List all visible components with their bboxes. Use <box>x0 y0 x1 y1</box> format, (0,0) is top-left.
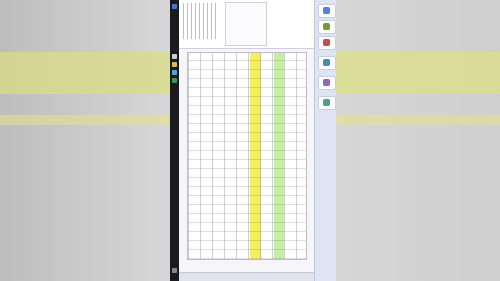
blurred-background-right <box>336 0 500 281</box>
tray-icon[interactable] <box>172 268 177 273</box>
status-bar <box>179 272 314 281</box>
overlay-caption <box>318 125 332 233</box>
blurred-green-band-left <box>0 52 170 94</box>
blurred-yellow-band-left <box>0 115 170 125</box>
ribbon-btn-6[interactable] <box>318 96 336 110</box>
search-icon[interactable] <box>172 54 177 59</box>
ribbon-btn-5[interactable] <box>318 76 336 90</box>
spreadsheet-page[interactable] <box>187 52 307 260</box>
blurred-background-left <box>0 0 170 281</box>
document-area <box>179 0 314 281</box>
rotated-screen-capture <box>170 0 336 281</box>
text-list <box>183 3 219 39</box>
properties-pane <box>179 0 314 49</box>
blurred-green-band-right <box>336 52 500 94</box>
start-icon[interactable] <box>172 4 177 9</box>
ribbon-btn-2[interactable] <box>318 20 336 34</box>
tool-icon <box>323 79 330 86</box>
tool-icon <box>323 7 330 14</box>
app-icon[interactable] <box>172 78 177 83</box>
browser-icon[interactable] <box>172 70 177 75</box>
tool-icon <box>323 59 330 66</box>
ribbon-btn-1[interactable] <box>318 4 336 18</box>
tool-icon <box>323 99 330 106</box>
preview-box <box>225 2 267 46</box>
ribbon-btn-4[interactable] <box>318 56 336 70</box>
tool-icon <box>323 39 330 46</box>
ribbon-btn-3[interactable] <box>318 36 336 50</box>
taskbar <box>170 0 179 281</box>
folder-icon[interactable] <box>172 62 177 67</box>
table-grid <box>188 53 306 259</box>
blurred-yellow-band-right <box>336 115 500 125</box>
tool-icon <box>323 23 330 30</box>
